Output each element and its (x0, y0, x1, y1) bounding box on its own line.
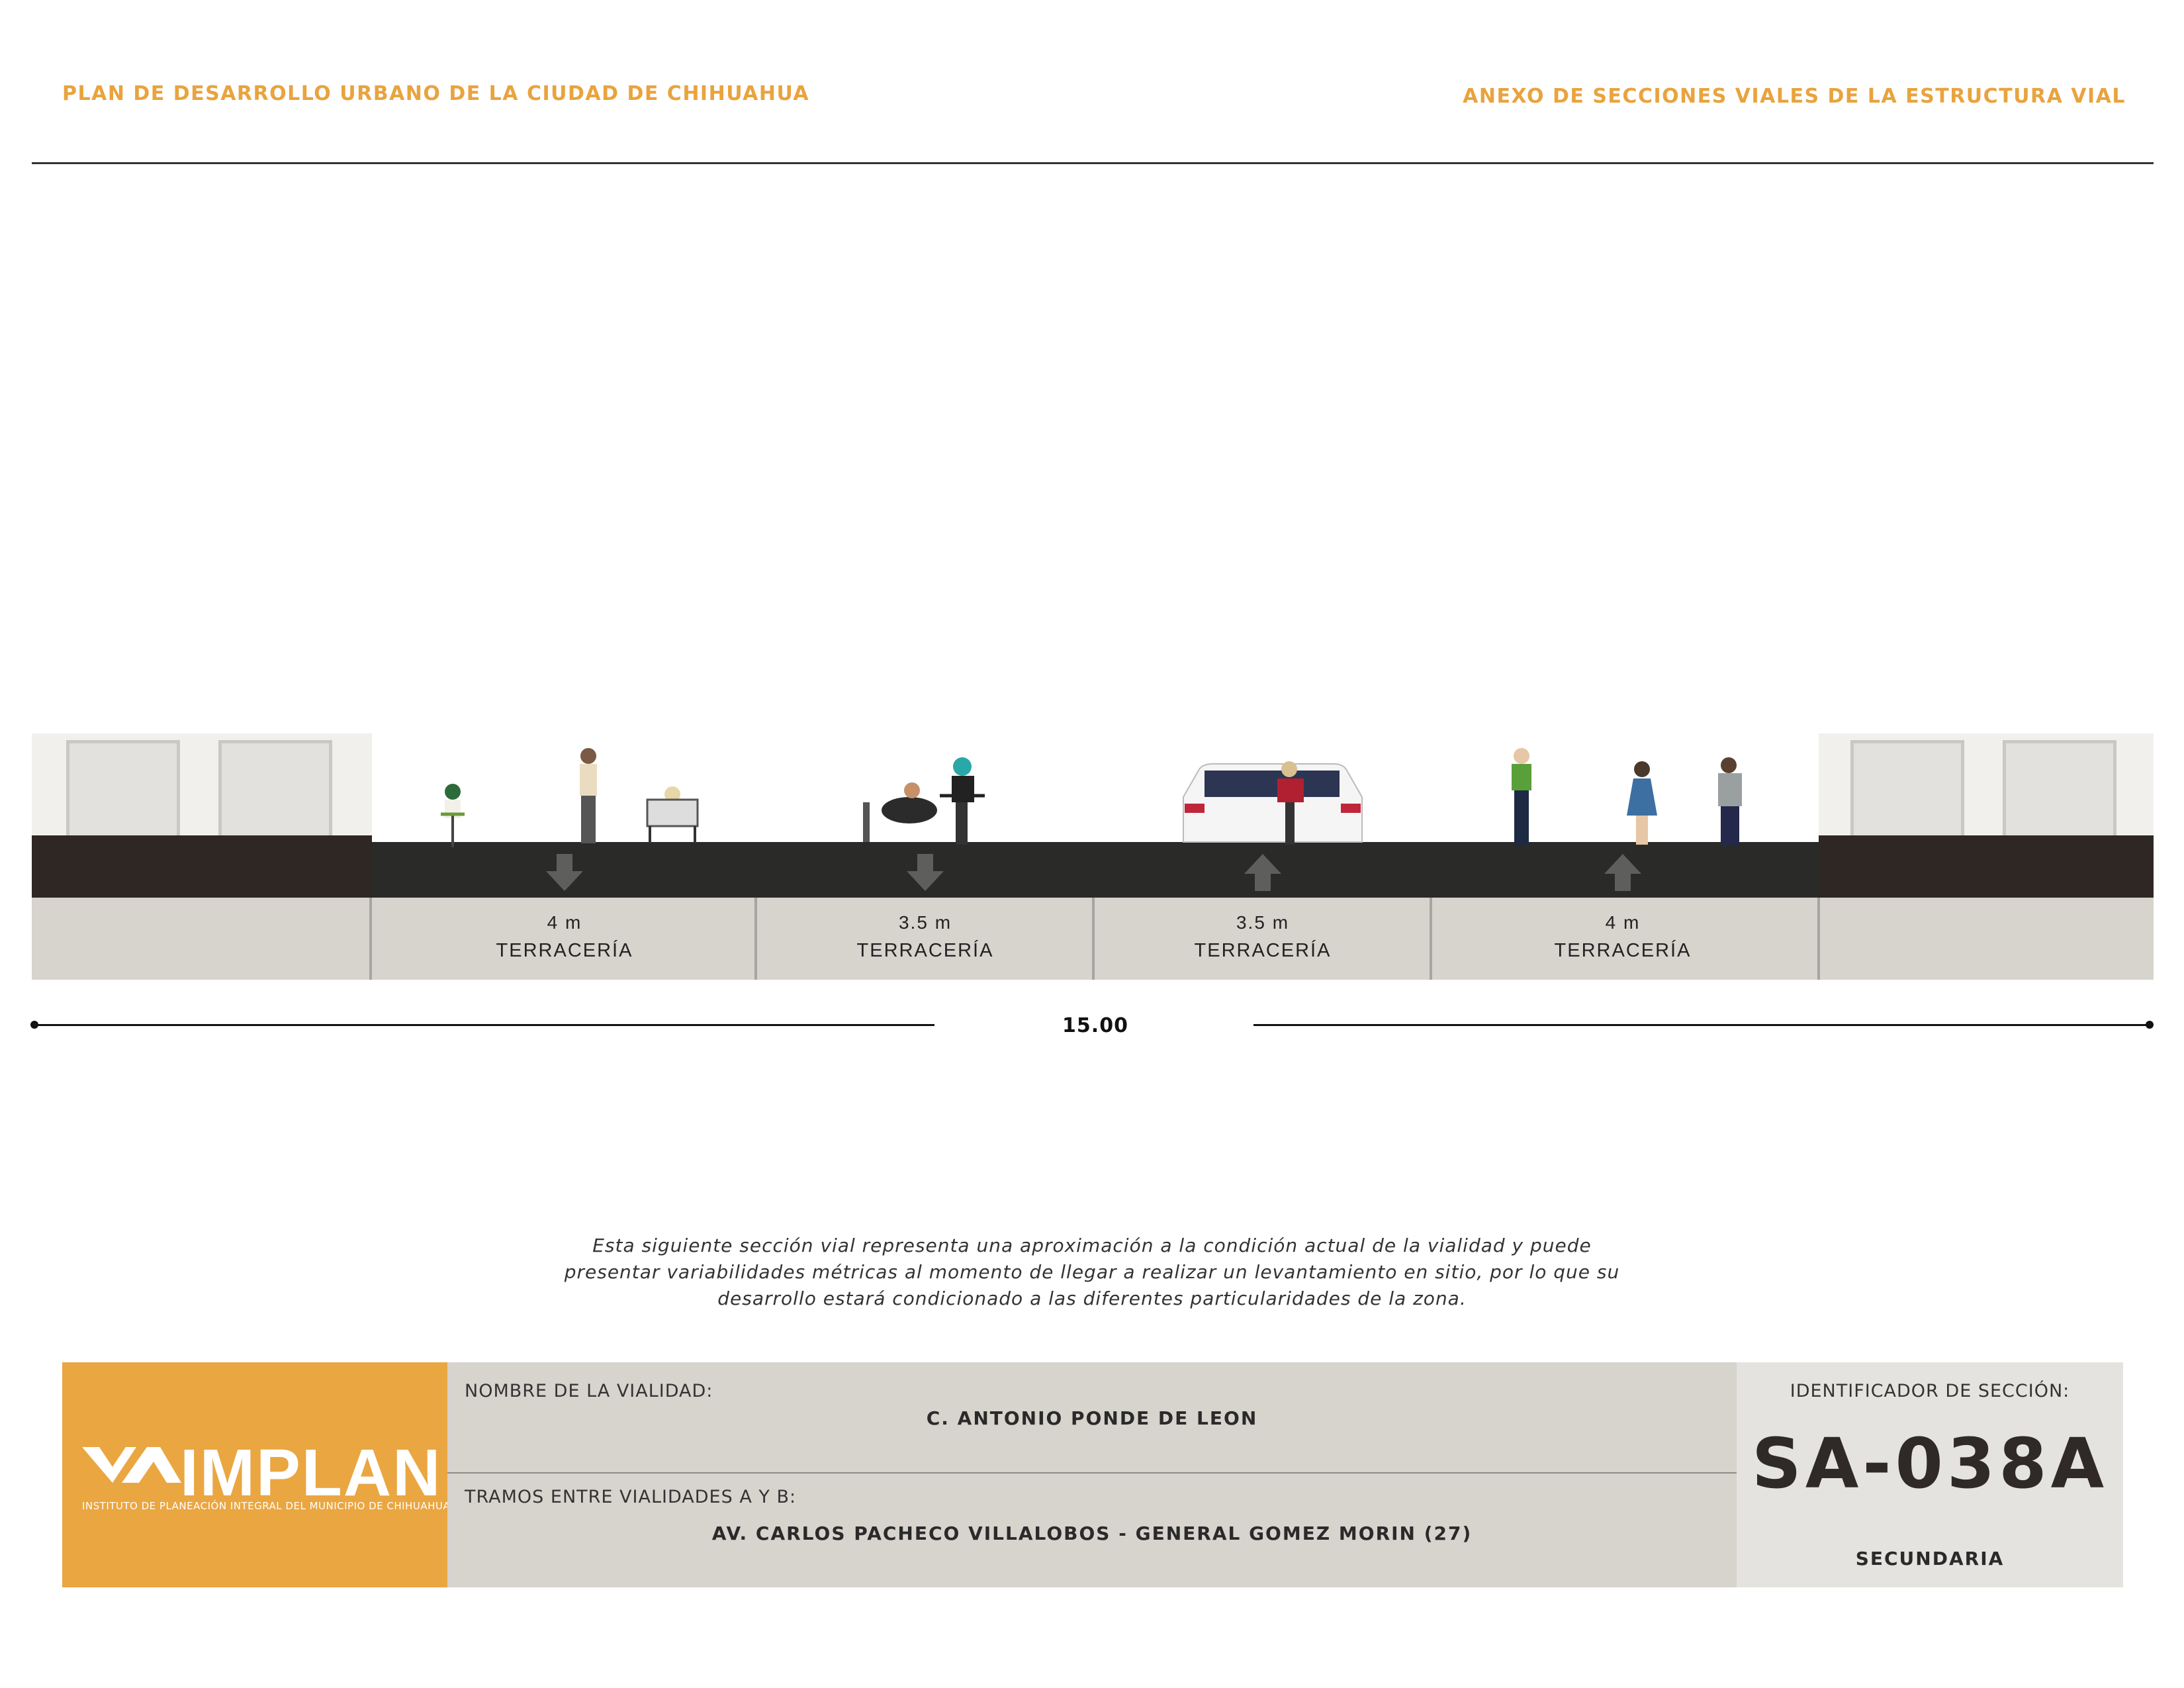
car-icon (1183, 761, 1363, 845)
building-facade-left (32, 733, 372, 837)
lane-surface-label: TERRACERÍA (1194, 940, 1332, 961)
facade-door (218, 740, 332, 837)
motorcycle-icon (863, 757, 985, 845)
lane-width-label: 4 m (547, 912, 582, 933)
lane-width-label: 3.5 m (898, 912, 952, 933)
lane-divider (1430, 898, 1432, 980)
facade-door (66, 740, 180, 837)
arrow-down-icon (546, 854, 583, 891)
section-id-label: IDENTIFICADOR DE SECCIÓN: (1790, 1381, 2070, 1401)
implan-logo-icon (82, 1447, 181, 1483)
lane-surface-label: TERRACERÍA (856, 940, 994, 961)
lane-width-label: 3.5 m (1236, 912, 1290, 933)
wheelchair-user-icon (646, 786, 699, 843)
section-id-code: SA-038A (1751, 1423, 2109, 1504)
building-facade-right (1819, 733, 2154, 837)
disclaimer-note: Esta siguiente sección vial representa u… (564, 1235, 1620, 1309)
road-users-illustration (441, 748, 1742, 847)
arrow-up-icon (1244, 854, 1281, 891)
facade-door (1850, 740, 1964, 837)
lane-surface-label: TERRACERÍA (496, 940, 633, 961)
arrow-down-icon (907, 854, 944, 891)
lane-divider (754, 898, 757, 980)
pedestrian-icon (1627, 761, 1657, 845)
lane-surface-label: TERRACERÍA (1554, 940, 1692, 961)
document-title-right: ANEXO DE SECCIONES VIALES DE LA ESTRUCTU… (1463, 85, 2126, 108)
segment-label: TRAMOS ENTRE VIALIDADES A Y B: (465, 1487, 797, 1507)
lane-divider (1092, 898, 1095, 980)
total-width-label: 15.00 (1062, 1014, 1128, 1037)
arrow-up-icon (1604, 854, 1641, 891)
roadway (372, 842, 1819, 899)
street-name-label: NOMBRE DE LA VIALIDAD: (465, 1381, 713, 1401)
pedestrian-icon (1512, 748, 1531, 845)
sidewalk-right (1819, 835, 2154, 899)
pedestrian-icon (580, 748, 597, 843)
road-classification: SECUNDARIA (1855, 1548, 2005, 1570)
header-divider (32, 162, 2154, 164)
dimension-line-left (34, 1024, 934, 1026)
dimension-endpoint (2146, 1021, 2154, 1029)
logo-subtitle: INSTITUTO DE PLANEACIÓN INTEGRAL DEL MUN… (82, 1500, 451, 1512)
dimension-line-right (1253, 1024, 2151, 1026)
lane-divider (1817, 898, 1820, 980)
info-divider (447, 1472, 1737, 1474)
pedestrian-icon (1718, 757, 1742, 846)
lane-width-label: 4 m (1605, 912, 1641, 933)
lane-divider (369, 898, 372, 980)
facade-door (2003, 740, 2116, 837)
segment-value: AV. CARLOS PACHECO VILLALOBOS - GENERAL … (711, 1523, 1473, 1544)
sidewalk-left (32, 835, 372, 899)
cyclist-icon (441, 784, 465, 847)
document-title-left: PLAN DE DESARROLLO URBANO DE LA CIUDAD D… (62, 82, 810, 105)
street-name-value: C. ANTONIO PONDE DE LEON (926, 1407, 1258, 1429)
